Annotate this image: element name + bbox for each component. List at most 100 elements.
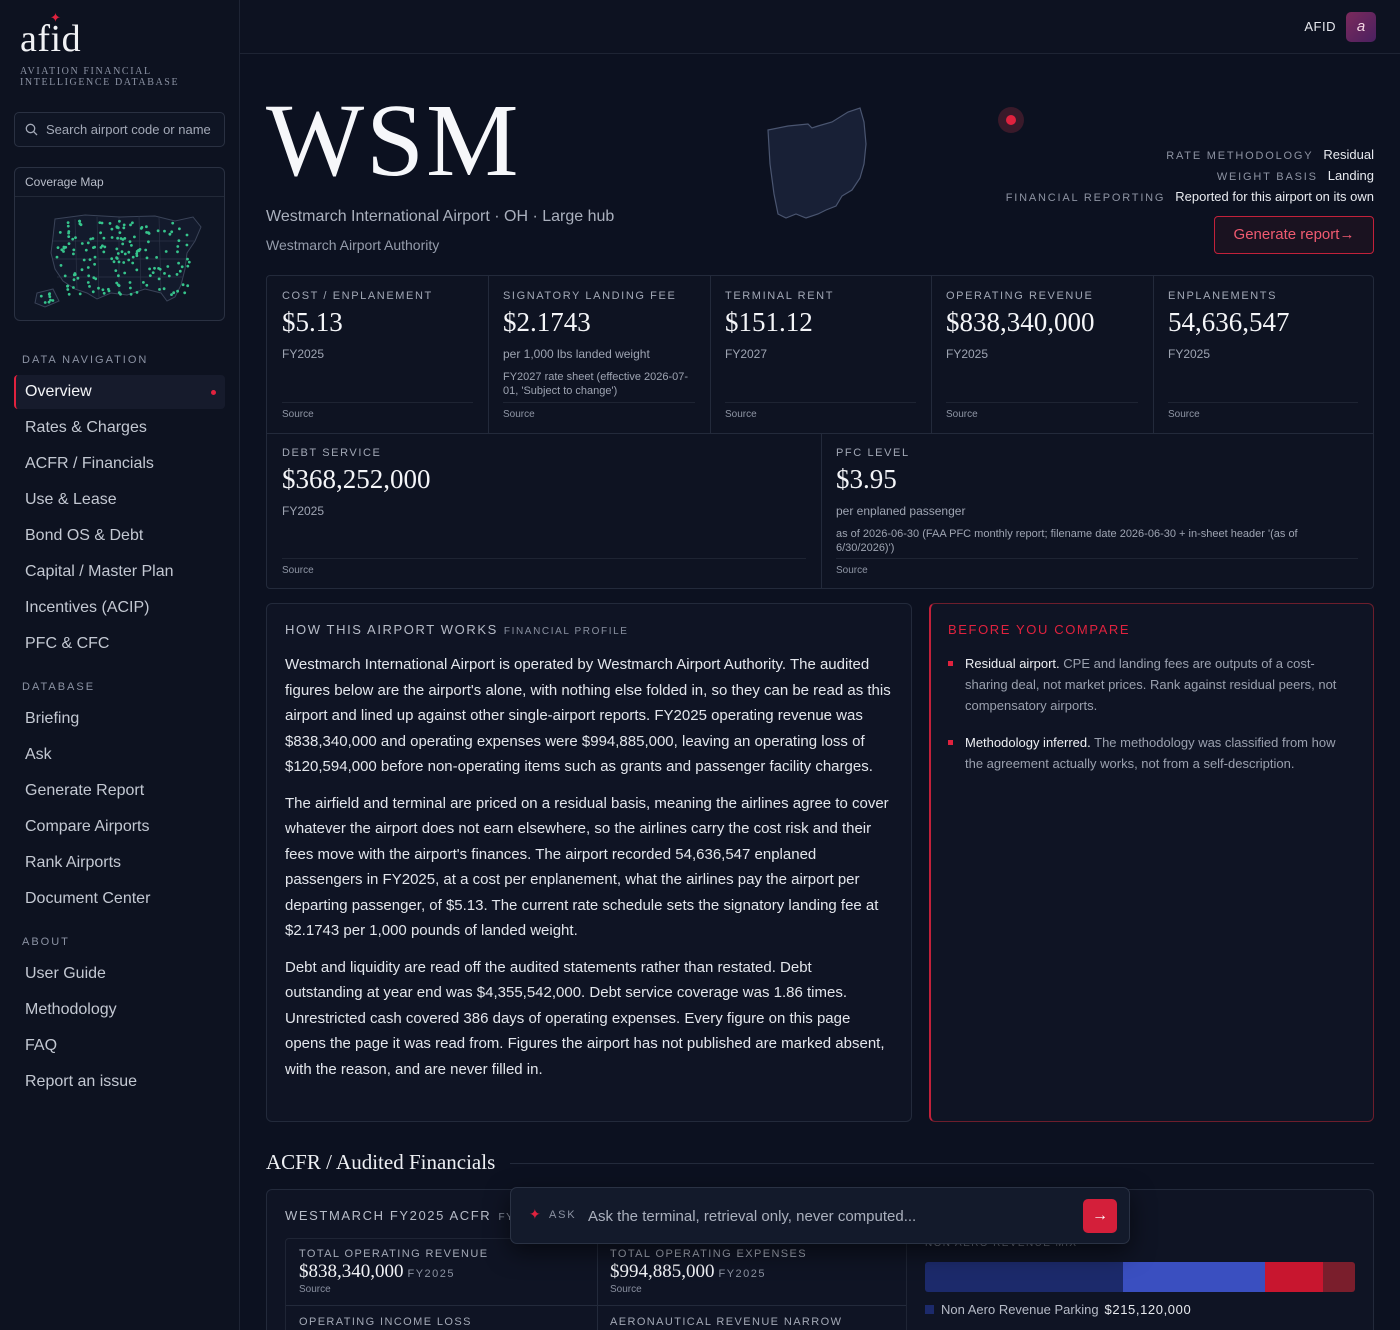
mix-segment[interactable] xyxy=(1264,1262,1323,1292)
topbar-brand[interactable]: AFID xyxy=(1304,19,1336,34)
coverage-map-dot xyxy=(171,221,175,225)
avatar[interactable]: a xyxy=(1346,12,1376,42)
coverage-map-dot xyxy=(101,288,105,292)
logo[interactable]: ✦ afid AVIATION FINANCIAL INTELLIGENCE D… xyxy=(20,10,200,88)
coverage-map-dot xyxy=(121,242,125,246)
logo-wordmark: afid xyxy=(20,18,82,60)
coverage-map-dot xyxy=(129,286,132,290)
coverage-map-dot xyxy=(172,291,176,295)
sidebar-item-report-an-issue[interactable]: Report an issue xyxy=(14,1065,225,1099)
mix-segment[interactable] xyxy=(925,1262,1123,1292)
sidebar-item-label: Generate Report xyxy=(25,782,145,799)
coverage-map-dot xyxy=(135,254,139,258)
coverage-map-dot xyxy=(157,277,161,281)
coverage-map-dot xyxy=(63,274,67,278)
coverage-map-dot xyxy=(55,255,59,259)
coverage-map-dot xyxy=(129,223,132,227)
coverage-map-dot xyxy=(176,245,180,248)
sidebar-item-bond-os-debt[interactable]: Bond OS & Debt xyxy=(14,519,225,553)
kpi-source-link[interactable]: Source xyxy=(282,558,806,576)
nav-section-title: DATABASE xyxy=(22,681,96,693)
coverage-map-dot xyxy=(148,274,152,277)
kpi-terminal-rent[interactable]: TERMINAL RENT $151.12 FY2027 Source xyxy=(710,276,931,433)
sidebar-item-acfr-financials[interactable]: ACFR / Financials xyxy=(14,447,225,481)
acfr-cell-operating-revenue[interactable]: TOTAL OPERATING REVENUE $838,340,000 FY20… xyxy=(299,1248,489,1295)
sidebar-item-rates-charges[interactable]: Rates & Charges xyxy=(14,411,225,445)
kpi-pfc-level[interactable]: PFC LEVEL $3.95 per enplaned passenger as o… xyxy=(821,433,1373,589)
coverage-map-dot xyxy=(183,291,187,295)
kpi-operating-revenue[interactable]: OPERATING REVENUE $838,340,000 FY2025 Sourc… xyxy=(931,276,1153,433)
kpi-subtext: FY2025 xyxy=(282,347,325,361)
arrow-right-icon: → xyxy=(1092,1207,1108,1224)
airport-search[interactable] xyxy=(14,112,225,147)
generate-report-button[interactable]: Generate report→ xyxy=(1214,216,1374,254)
sidebar-item-faq[interactable]: FAQ xyxy=(14,1029,225,1063)
kpi-enplanements[interactable]: ENPLANEMENTS 54,636,547 FY2025 Source xyxy=(1153,276,1373,433)
sidebar-item-pfc-cfc[interactable]: PFC & CFC xyxy=(14,627,225,661)
coverage-map-dot xyxy=(66,288,70,291)
sidebar-item-overview[interactable]: Overview xyxy=(14,375,225,409)
coverage-map-dot xyxy=(88,285,91,288)
legend-value: $215,120,000 xyxy=(1104,1302,1192,1317)
kpi-source-link[interactable]: Source xyxy=(1168,402,1358,420)
sidebar-item-incentives-acip[interactable]: Incentives (ACIP) xyxy=(14,591,225,625)
coverage-map-dot xyxy=(176,250,179,254)
coverage-map-dot xyxy=(155,256,159,259)
coverage-map-dot xyxy=(131,221,134,225)
sidebar-item-compare-airports[interactable]: Compare Airports xyxy=(14,810,225,844)
coverage-map-dot xyxy=(168,232,172,236)
coverage-map-dot xyxy=(123,271,127,275)
mix-segment[interactable] xyxy=(1322,1262,1355,1292)
sidebar-item-methodology[interactable]: Methodology xyxy=(14,993,225,1027)
kpi-label: SIGNATORY LANDING FEE xyxy=(503,290,677,302)
acfr-cell-operating-expenses[interactable]: TOTAL OPERATING EXPENSES $994,885,000 FY2… xyxy=(610,1248,807,1295)
meta-financial-reporting: FINANCIAL REPORTING Reported for this air… xyxy=(1005,189,1374,204)
ask-input[interactable] xyxy=(588,1203,1068,1229)
coverage-map-dot xyxy=(66,284,69,288)
sidebar-item-rank-airports[interactable]: Rank Airports xyxy=(14,846,225,880)
coverage-map-dot xyxy=(170,293,173,296)
coverage-map-dot xyxy=(58,231,62,234)
mix-segment[interactable] xyxy=(1122,1262,1265,1292)
nav-section-title: DATA NAVIGATION xyxy=(22,354,149,366)
coverage-map-dot xyxy=(86,266,90,269)
search-input[interactable] xyxy=(46,122,221,137)
kpi-subtext: FY2025 xyxy=(282,504,325,518)
coverage-map-dot xyxy=(131,261,135,265)
coverage-map-dot xyxy=(186,264,190,268)
sidebar-item-generate-report[interactable]: Generate Report xyxy=(14,774,225,808)
acfr-panel-title: WESTMARCH FY2025 ACFR FY2 xyxy=(285,1208,520,1223)
sidebar-item-briefing[interactable]: Briefing xyxy=(14,702,225,736)
ask-star-icon: ✦ xyxy=(529,1206,541,1222)
sidebar-item-user-guide[interactable]: User Guide xyxy=(14,957,225,991)
coverage-map-dot xyxy=(176,289,180,293)
sidebar-item-capital-master-plan[interactable]: Capital / Master Plan xyxy=(14,555,225,589)
kpi-source-link[interactable]: Source xyxy=(725,402,916,420)
coverage-map-card[interactable]: Coverage Map xyxy=(14,167,225,321)
coverage-map-dot xyxy=(49,298,52,302)
sidebar-item-ask[interactable]: Ask xyxy=(14,738,225,772)
kpi-source-link[interactable]: Source xyxy=(282,402,473,420)
coverage-map-dot xyxy=(175,273,179,276)
acfr-cell-operating-income-loss[interactable]: OPERATING INCOME LOSS xyxy=(299,1316,472,1328)
acfr-cell-aeronautical-revenue[interactable]: AERONAUTICAL REVENUE NARROW xyxy=(610,1316,842,1328)
kpi-source-link[interactable]: Source xyxy=(836,558,1358,576)
kpi-signatory-landing-fee[interactable]: SIGNATORY LANDING FEE $2.1743 per 1,000 lb… xyxy=(488,276,710,433)
kpi-cost-enplanement[interactable]: COST / ENPLANEMENT $5.13 FY2025 Source xyxy=(267,276,488,433)
coverage-map-dot xyxy=(51,299,55,302)
coverage-map-dot xyxy=(178,227,181,231)
ask-bar[interactable]: ✦ ASK → xyxy=(510,1187,1130,1244)
sidebar-item-document-center[interactable]: Document Center xyxy=(14,882,225,916)
sidebar-item-use-lease[interactable]: Use & Lease xyxy=(14,483,225,517)
coverage-map-dot xyxy=(127,250,131,254)
active-indicator-dot xyxy=(211,390,216,395)
coverage-map-dot xyxy=(122,226,126,230)
kpi-subtext: per enplaned passenger xyxy=(836,504,966,518)
ask-submit-button[interactable]: → xyxy=(1083,1199,1117,1233)
coverage-map-dot xyxy=(92,276,96,280)
coverage-map-dot xyxy=(115,247,119,251)
kpi-source-link[interactable]: Source xyxy=(946,402,1138,420)
kpi-debt-service[interactable]: DEBT SERVICE $368,252,000 FY2025 Source xyxy=(267,433,821,589)
kpi-source-link[interactable]: Source xyxy=(503,402,695,420)
coverage-map-dot xyxy=(151,271,155,274)
